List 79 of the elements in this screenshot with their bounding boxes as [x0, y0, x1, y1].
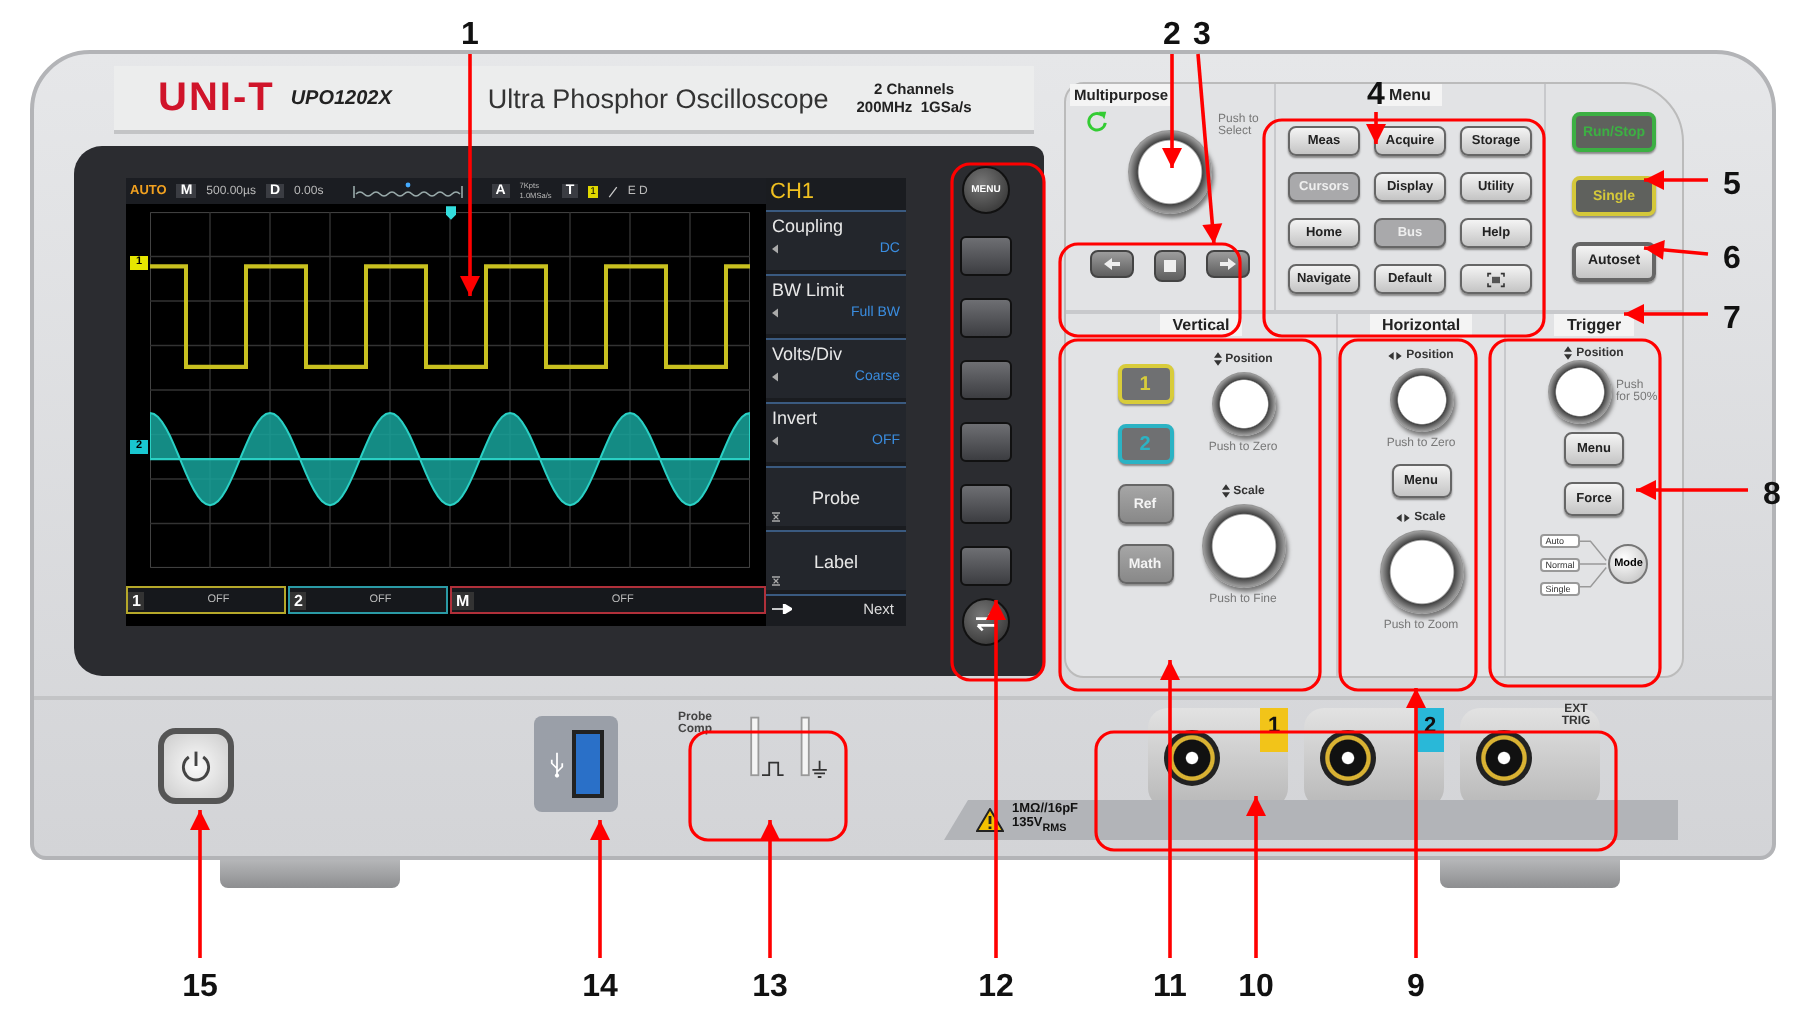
section-title: Horizontal — [1369, 314, 1473, 336]
callout-arrow — [1643, 239, 1709, 260]
section-title: Trigger — [1554, 314, 1634, 336]
up-down-arrow-icon — [1221, 484, 1230, 498]
arrow-button[interactable] — [1206, 250, 1250, 278]
callout-arrow — [590, 820, 610, 958]
menu-title: CH1 — [768, 178, 817, 206]
arrow-button[interactable] — [1090, 250, 1134, 278]
power-button[interactable] — [158, 728, 234, 804]
screenshot-icon — [1486, 271, 1506, 287]
menu-item-label: BW Limit — [772, 280, 846, 300]
scale-knob[interactable] — [1379, 530, 1463, 614]
rotate-icon — [1086, 110, 1108, 132]
callout-number: 5 — [1723, 168, 1741, 202]
softkey-button[interactable] — [960, 236, 1012, 276]
left-triangle-icon — [772, 244, 778, 254]
model-name: UPO1202X — [290, 87, 392, 109]
callout-number: 8 — [1763, 478, 1781, 512]
channel-number: 1 — [128, 591, 145, 609]
callout-arrow — [760, 820, 780, 958]
left-right-arrow-icon — [1396, 514, 1411, 522]
callout-number: 10 — [1238, 970, 1274, 1004]
left-triangle-icon — [772, 436, 778, 446]
submenu-icon — [772, 512, 780, 522]
menu-item-label: Coupling — [772, 216, 846, 236]
left-triangle-icon — [772, 308, 778, 318]
callout-number: 14 — [582, 970, 618, 1004]
usb-port[interactable] — [571, 730, 603, 798]
up-down-arrow-icon — [1564, 346, 1573, 360]
trigger-level-knob[interactable] — [1548, 360, 1612, 424]
softkey-button[interactable] — [960, 546, 1012, 586]
callout-number: 9 — [1407, 970, 1425, 1004]
brand-logo: UNI-T — [158, 75, 275, 121]
softkey-button[interactable] — [960, 298, 1012, 338]
up-down-arrow-icon — [1213, 352, 1222, 366]
softkey-button[interactable] — [960, 360, 1012, 400]
callout-number: 3 — [1193, 18, 1211, 52]
callout-number: 12 — [978, 970, 1014, 1004]
callout-arrow — [1644, 170, 1708, 190]
callout-number: 2 — [1163, 18, 1181, 52]
square-icon — [1164, 260, 1176, 272]
callout-arrow — [1624, 304, 1708, 324]
power-icon — [178, 748, 214, 784]
swap-arrows-icon — [974, 612, 998, 632]
scale-knob[interactable] — [1201, 504, 1285, 588]
callout-number: 11 — [1153, 970, 1187, 1004]
menu-item-label: Probe — [809, 488, 863, 508]
left-right-arrow-icon — [1388, 352, 1403, 360]
menu-item[interactable]: Label — [766, 530, 906, 590]
menu-item[interactable]: Probe — [766, 466, 906, 526]
screenshot-button[interactable] — [1460, 264, 1532, 294]
right-arrow-icon — [772, 604, 792, 614]
trigger-marker-icon — [446, 206, 456, 220]
channel-number: 2 — [290, 591, 307, 609]
warning-icon — [976, 808, 1004, 832]
callout-number: 1 — [461, 18, 479, 52]
square-button[interactable] — [1154, 250, 1186, 282]
multipurpose-knob[interactable] — [1128, 130, 1212, 214]
left-triangle-icon — [772, 372, 778, 382]
position-knob[interactable] — [1389, 368, 1453, 432]
menu-item-label: Label — [811, 552, 861, 572]
menu-item-label: Invert — [772, 408, 820, 428]
callout-arrow — [1366, 112, 1386, 144]
left-arrow-icon — [1104, 258, 1120, 270]
product-title: Ultra Phosphor Oscilloscope — [487, 83, 829, 113]
callout-number: 13 — [752, 970, 788, 1004]
slope-icon — [607, 183, 618, 199]
callout-number: 15 — [182, 970, 218, 1004]
callout-number: 6 — [1723, 242, 1741, 276]
submenu-icon — [772, 576, 780, 586]
channel-number: M — [452, 591, 474, 609]
position-knob[interactable] — [1211, 372, 1275, 436]
softkey-button[interactable] — [960, 484, 1012, 524]
right-arrow-icon — [1220, 258, 1236, 270]
softkey-button[interactable] — [960, 422, 1012, 462]
callout-arrow — [1636, 480, 1748, 500]
usb-symbol-icon — [549, 751, 563, 777]
menu-item-label: Volts/Div — [772, 344, 845, 364]
callout-number: 7 — [1723, 302, 1741, 336]
